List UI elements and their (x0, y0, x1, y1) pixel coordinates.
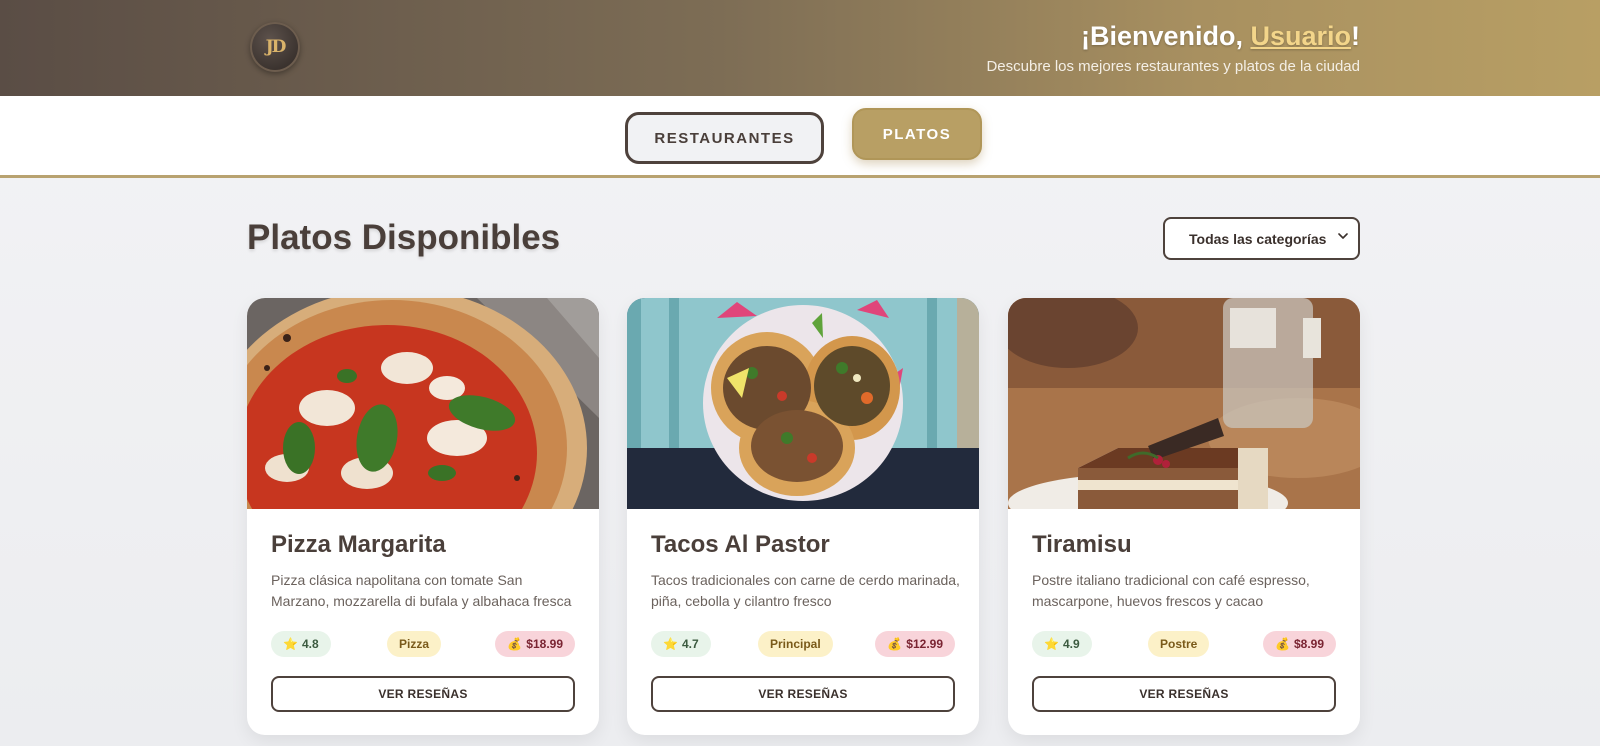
dish-photo-tiramisu (1008, 298, 1360, 509)
rating-badge: ⭐ 4.8 (271, 631, 331, 657)
welcome-block: ¡Bienvenido, Usuario! Descubre los mejor… (986, 20, 1360, 75)
view-reviews-button[interactable]: VER RESEÑAS (271, 676, 575, 712)
brand-logo-text: JD (265, 37, 287, 57)
price-badge: 💰 $18.99 (495, 631, 575, 657)
price-badge: 💰 $12.99 (875, 631, 955, 657)
rating-value: 4.7 (681, 637, 699, 651)
tab-restaurantes[interactable]: RESTAURANTES (625, 112, 824, 164)
welcome-prefix: ¡Bienvenido, (1080, 21, 1251, 51)
price-value: $18.99 (526, 637, 563, 651)
money-bag-icon: 💰 (1275, 637, 1290, 651)
welcome-title: ¡Bienvenido, Usuario! (986, 20, 1360, 52)
view-reviews-button[interactable]: VER RESEÑAS (1032, 676, 1336, 712)
top-header: JD ¡Bienvenido, Usuario! Descubre los me… (0, 0, 1600, 96)
page-title: Platos Disponibles (247, 218, 561, 257)
star-icon: ⭐ (1044, 637, 1059, 651)
category-badge: Pizza (387, 631, 442, 657)
dish-card: Tacos Al Pastor Tacos tradicionales con … (627, 298, 979, 735)
dish-name: Pizza Margarita (271, 531, 446, 558)
category-badge: Postre (1148, 631, 1210, 657)
price-value: $12.99 (906, 637, 943, 651)
price-badge: 💰 $8.99 (1263, 631, 1336, 657)
money-bag-icon: 💰 (507, 637, 523, 651)
section-tabs: RESTAURANTES PLATOS (0, 96, 1600, 178)
dish-description: Pizza clásica napolitana con tomate San … (271, 572, 572, 609)
category-select[interactable]: Todas las categorías (1163, 217, 1360, 260)
dish-photo-tacos (627, 298, 979, 509)
price-value: $8.99 (1293, 637, 1324, 651)
rating-badge: ⭐ 4.7 (651, 631, 711, 657)
category-select-value: Todas las categorías (1189, 230, 1327, 247)
welcome-user-link[interactable]: Usuario (1250, 21, 1351, 51)
dish-description: Postre italiano tradicional con café esp… (1032, 572, 1310, 609)
tab-platos[interactable]: PLATOS (852, 108, 982, 160)
rating-value: 4.8 (301, 637, 319, 651)
rating-badge: ⭐ 4.9 (1032, 631, 1092, 657)
rating-value: 4.9 (1062, 637, 1080, 651)
view-reviews-button[interactable]: VER RESEÑAS (651, 676, 955, 712)
dish-photo-pizza (247, 298, 599, 509)
star-icon: ⭐ (663, 637, 678, 651)
star-icon: ⭐ (283, 637, 298, 651)
dish-name: Tiramisu (1032, 531, 1132, 558)
welcome-subtitle: Descubre los mejores restaurantes y plat… (986, 58, 1360, 75)
category-badge: Principal (758, 631, 833, 657)
brand-logo[interactable]: JD (250, 22, 300, 72)
dish-card: Tiramisu Postre italiano tradicional con… (1008, 298, 1360, 735)
chevron-down-icon (1338, 233, 1348, 239)
dish-description: Tacos tradicionales con carne de cerdo m… (651, 572, 960, 609)
dish-card: Pizza Margarita Pizza clásica napolitana… (247, 298, 599, 735)
money-bag-icon: 💰 (887, 637, 903, 651)
welcome-suffix: ! (1351, 21, 1360, 51)
dish-name: Tacos Al Pastor (651, 531, 830, 558)
